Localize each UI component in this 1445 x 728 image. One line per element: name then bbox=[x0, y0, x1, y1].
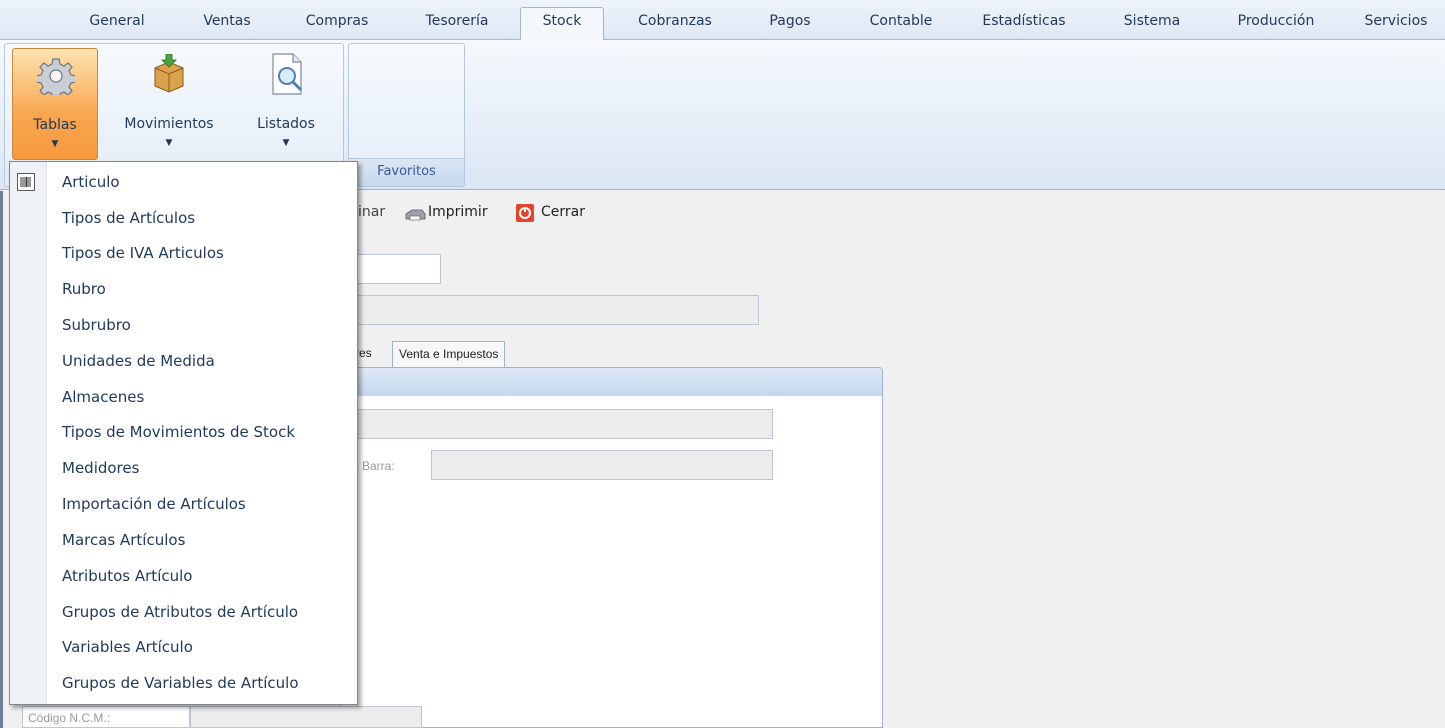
close-power-icon bbox=[516, 204, 534, 222]
menu-item-label: Atributos Artículo bbox=[62, 567, 193, 585]
menu-item-marcas[interactable]: Marcas Artículos bbox=[10, 522, 357, 558]
menu-item-rubro[interactable]: Rubro bbox=[10, 271, 357, 307]
tab-venta-impuestos[interactable]: Venta e Impuestos bbox=[392, 341, 506, 367]
menu-item-label: Variables Artículo bbox=[62, 638, 193, 656]
ncm-input[interactable] bbox=[190, 706, 422, 728]
menu-item-almacenes[interactable]: Almacenes bbox=[10, 379, 357, 415]
ncm-label-box: Código N.C.M.: bbox=[22, 706, 190, 728]
ribbon-group-favoritos: Favoritos bbox=[348, 43, 465, 187]
listados-label: Listados bbox=[257, 116, 315, 132]
tab-contable[interactable]: Contable bbox=[858, 8, 944, 40]
tab-estadisticas[interactable]: Estadísticas bbox=[968, 8, 1080, 40]
tab-general[interactable]: General bbox=[82, 8, 152, 40]
menu-item-subrubro[interactable]: Subrubro bbox=[10, 307, 357, 343]
tablas-button[interactable]: Tablas ▼ bbox=[12, 48, 98, 160]
tab-servicios[interactable]: Servicios bbox=[1348, 8, 1444, 40]
descripcion-input[interactable] bbox=[352, 295, 759, 325]
barcode-input[interactable] bbox=[431, 450, 773, 480]
listados-button[interactable]: Listados ▼ bbox=[237, 48, 335, 160]
chevron-down-icon: ▼ bbox=[165, 138, 173, 148]
printer-icon bbox=[405, 209, 426, 221]
menu-item-label: Medidores bbox=[62, 459, 140, 477]
movimientos-label: Movimientos bbox=[124, 116, 214, 132]
chevron-down-icon: ▼ bbox=[51, 139, 59, 149]
eliminar-button[interactable]: inar bbox=[358, 204, 385, 220]
menu-item-atributos[interactable]: Atributos Artículo bbox=[10, 558, 357, 594]
barcode-icon bbox=[17, 173, 35, 191]
menu-item-label: Rubro bbox=[62, 280, 106, 298]
menu-item-label: Tipos de IVA Articulos bbox=[62, 244, 224, 262]
codigo-input[interactable] bbox=[352, 254, 441, 284]
tab-produccion[interactable]: Producción bbox=[1220, 8, 1332, 40]
menu-item-label: Tipos de Artículos bbox=[62, 209, 196, 227]
menu-item-articulo[interactable]: Articulo bbox=[10, 164, 357, 200]
tablas-dropdown-menu: Articulo Tipos de Artículos Tipos de IVA… bbox=[9, 161, 358, 705]
menu-item-variables[interactable]: Variables Artículo bbox=[10, 629, 357, 665]
menu-item-tipos-articulos[interactable]: Tipos de Artículos bbox=[10, 200, 357, 236]
menu-item-tipos-iva[interactable]: Tipos de IVA Articulos bbox=[10, 235, 357, 271]
favoritos-caption: Favoritos bbox=[349, 158, 464, 186]
report-search-icon bbox=[272, 53, 303, 95]
menu-item-label: Subrubro bbox=[62, 316, 131, 334]
menu-item-label: Grupos de Variables de Artículo bbox=[62, 674, 299, 692]
imprimir-button[interactable]: Imprimir bbox=[428, 204, 488, 220]
panel-header bbox=[341, 368, 882, 396]
tablas-label: Tablas bbox=[33, 117, 77, 133]
ribbon-tab-strip: General Ventas Compras Tesorería Stock C… bbox=[0, 0, 1445, 41]
menu-item-label: Marcas Artículos bbox=[62, 531, 186, 549]
tab-pagos[interactable]: Pagos bbox=[755, 8, 825, 40]
menu-item-label: Grupos de Atributos de Artículo bbox=[62, 603, 299, 621]
menu-item-grupos-atributos[interactable]: Grupos de Atributos de Artículo bbox=[10, 594, 357, 630]
chevron-down-icon: ▼ bbox=[282, 138, 290, 148]
menu-item-label: Articulo bbox=[62, 173, 120, 191]
tab-sistema[interactable]: Sistema bbox=[1110, 8, 1194, 40]
tab-tesoreria[interactable]: Tesorería bbox=[415, 8, 499, 40]
tab-stock[interactable]: Stock bbox=[520, 7, 604, 41]
detalle-input[interactable] bbox=[352, 409, 773, 439]
box-icon bbox=[154, 54, 184, 93]
cerrar-button[interactable]: Cerrar bbox=[541, 204, 585, 220]
tab-cobranzas[interactable]: Cobranzas bbox=[628, 8, 722, 40]
menu-item-medidores[interactable]: Medidores bbox=[10, 450, 357, 486]
movimientos-button[interactable]: Movimientos ▼ bbox=[105, 48, 233, 160]
menu-item-label: Tipos de Movimientos de Stock bbox=[62, 423, 296, 441]
tab-compras[interactable]: Compras bbox=[297, 8, 377, 40]
menu-item-tipos-movimientos[interactable]: Tipos de Movimientos de Stock bbox=[10, 414, 357, 450]
menu-item-label: Unidades de Medida bbox=[62, 352, 215, 370]
gear-icon bbox=[37, 58, 75, 95]
menu-item-label: Almacenes bbox=[62, 388, 145, 406]
ncm-label: Código N.C.M.: bbox=[28, 711, 111, 725]
menu-item-grupos-variables[interactable]: Grupos de Variables de Artículo bbox=[10, 665, 357, 701]
menu-item-label: Importación de Artículos bbox=[62, 495, 246, 513]
tab-ventas[interactable]: Ventas bbox=[192, 8, 262, 40]
menu-item-unidades-medida[interactable]: Unidades de Medida bbox=[10, 343, 357, 379]
menu-item-importacion[interactable]: Importación de Artículos bbox=[10, 486, 357, 522]
barcode-label: e Barra: bbox=[352, 459, 395, 473]
